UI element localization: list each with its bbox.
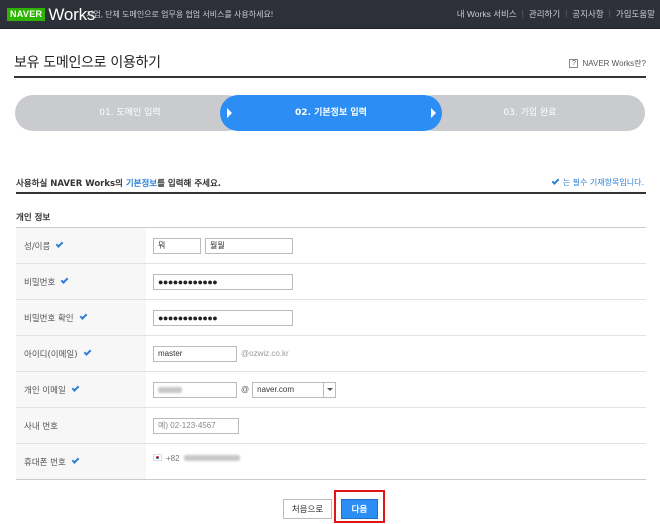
- personal-email-id-input[interactable]: [153, 381, 237, 398]
- form-label: 비밀번호: [16, 264, 146, 299]
- email-domain-value: naver.com: [257, 385, 295, 394]
- form-row-office-phone: 사내 번호 예) 02-123-4567: [16, 408, 646, 444]
- step-domain-input: 01. 도메인 입력: [15, 95, 245, 131]
- label-text: 사내 번호: [24, 421, 58, 432]
- label-text: 성/이름: [24, 241, 51, 252]
- check-icon: [79, 312, 88, 320]
- check-icon: [60, 276, 69, 284]
- office-phone-input[interactable]: 예) 02-123-4567: [153, 417, 239, 434]
- label-text: 아이디(이메일): [24, 349, 78, 360]
- password-confirm-input[interactable]: ●●●●●●●●●●●●: [153, 309, 293, 326]
- form-row-id-email: 아이디(이메일) master @ozwiz.co.kr: [16, 336, 646, 372]
- check-icon: [71, 384, 80, 392]
- instruction-suffix: 를 입력해 주세요.: [157, 179, 222, 189]
- label-text: 개인 이메일: [24, 385, 66, 396]
- form-label: 사내 번호: [16, 408, 146, 443]
- field: ●●●●●●●●●●●●: [153, 300, 293, 335]
- field: @ naver.com: [153, 372, 337, 407]
- step-arrow-icon: [227, 108, 232, 118]
- form-label: 개인 이메일: [16, 372, 146, 407]
- form-row-personal-email: 개인 이메일 @ naver.com: [16, 372, 646, 408]
- field: ●●●●●●●●●●●●: [153, 264, 293, 299]
- instruction-text: 사용하실 NAVER Works의 기본정보를 입력해 주세요.: [16, 177, 221, 189]
- check-icon: [551, 177, 560, 185]
- step-basic-info: 02. 기본정보 입력: [220, 95, 442, 131]
- title-divider: [14, 76, 646, 78]
- form-row-mobile-phone: 휴대폰 번호 +82: [16, 444, 646, 480]
- nav-my-works[interactable]: 내 Works 서비스: [452, 8, 522, 20]
- required-note-text: 는 필수 기재항목입니다.: [562, 178, 644, 187]
- instruction-prefix: 사용하실 NAVER Works의: [16, 179, 126, 189]
- surname-value: 뭐: [158, 241, 166, 250]
- personal-info-form: 성/이름 뭐 뭘뭘 비밀번호 ●●●●●●●●●●●● 비밀번호 확인 ●●●●…: [16, 227, 646, 480]
- field: +82: [153, 444, 240, 479]
- form-label: 휴대폰 번호: [16, 444, 146, 479]
- check-icon: [55, 240, 64, 248]
- step-signup-complete: 03. 가입 완료: [415, 95, 645, 131]
- password-value: ●●●●●●●●●●●●: [158, 276, 218, 287]
- form-row-name: 성/이름 뭐 뭘뭘: [16, 228, 646, 264]
- next-button[interactable]: 다음: [341, 499, 378, 519]
- label-text: 비밀번호: [24, 277, 56, 288]
- given-name-value: 뭘뭘: [210, 241, 225, 250]
- password-confirm-value: ●●●●●●●●●●●●: [158, 312, 218, 323]
- surname-input[interactable]: 뭐: [153, 237, 201, 254]
- form-row-password: 비밀번호 ●●●●●●●●●●●●: [16, 264, 646, 300]
- required-note: 는 필수 기재항목입니다.: [551, 177, 644, 188]
- redacted-text: [158, 386, 182, 393]
- logo-naver-text: NAVER: [7, 8, 46, 21]
- given-name-input[interactable]: 뭘뭘: [205, 237, 293, 254]
- step-arrow-icon: [431, 108, 436, 118]
- section-divider: [16, 192, 646, 194]
- field: 예) 02-123-4567: [153, 408, 239, 443]
- nav-signup-help[interactable]: 가입도움말: [611, 8, 660, 20]
- password-input[interactable]: ●●●●●●●●●●●●: [153, 273, 293, 290]
- section-label-personal-info: 개인 정보: [16, 213, 51, 223]
- office-phone-placeholder: 예) 02-123-4567: [158, 421, 216, 430]
- signup-steps: 01. 도메인 입력 03. 가입 완료 02. 기본정보 입력: [15, 95, 645, 131]
- top-nav: 내 Works 서비스 | 관리하기 | 공지사항 | 가입도움말: [452, 8, 660, 20]
- id-email-value: master: [158, 349, 183, 358]
- naver-works-logo[interactable]: NAVER Works: [7, 6, 95, 23]
- form-label: 성/이름: [16, 228, 146, 263]
- check-icon: [83, 348, 91, 356]
- chevron-down-icon: [323, 382, 335, 397]
- start-over-button[interactable]: 처음으로: [283, 499, 332, 519]
- page-title: 보유 도메인으로 이용하기: [14, 55, 161, 71]
- tagline: 기업, 단체 도메인으로 업무용 협업 서비스를 사용하세요!: [86, 10, 274, 19]
- form-label: 비밀번호 확인: [16, 300, 146, 335]
- form-label: 아이디(이메일): [16, 336, 146, 371]
- help-icon: ?: [569, 59, 579, 68]
- help-link[interactable]: ? NAVER Works란?: [569, 58, 646, 69]
- field: 뭐 뭘뭘: [153, 228, 293, 263]
- label-text: 휴대폰 번호: [24, 457, 66, 468]
- email-domain-select[interactable]: naver.com: [252, 381, 337, 398]
- help-link-label: NAVER Works란?: [582, 59, 646, 68]
- check-icon: [71, 456, 80, 464]
- label-text: 비밀번호 확인: [24, 313, 74, 324]
- id-email-domain-suffix: @ozwiz.co.kr: [241, 349, 289, 358]
- at-sign: @: [241, 385, 250, 394]
- form-row-password-confirm: 비밀번호 확인 ●●●●●●●●●●●●: [16, 300, 646, 336]
- nav-manage[interactable]: 관리하기: [524, 8, 565, 20]
- instruction-highlight: 기본정보: [125, 179, 158, 189]
- korea-flag-icon[interactable]: [153, 454, 162, 461]
- nav-notice[interactable]: 공지사항: [567, 8, 608, 20]
- field: master @ozwiz.co.kr: [153, 336, 289, 371]
- top-bar: NAVER Works 기업, 단체 도메인으로 업무용 협업 서비스를 사용하…: [0, 0, 660, 29]
- country-code: +82: [166, 454, 180, 463]
- id-email-input[interactable]: master: [153, 345, 237, 362]
- redacted-phone-number: [183, 455, 240, 461]
